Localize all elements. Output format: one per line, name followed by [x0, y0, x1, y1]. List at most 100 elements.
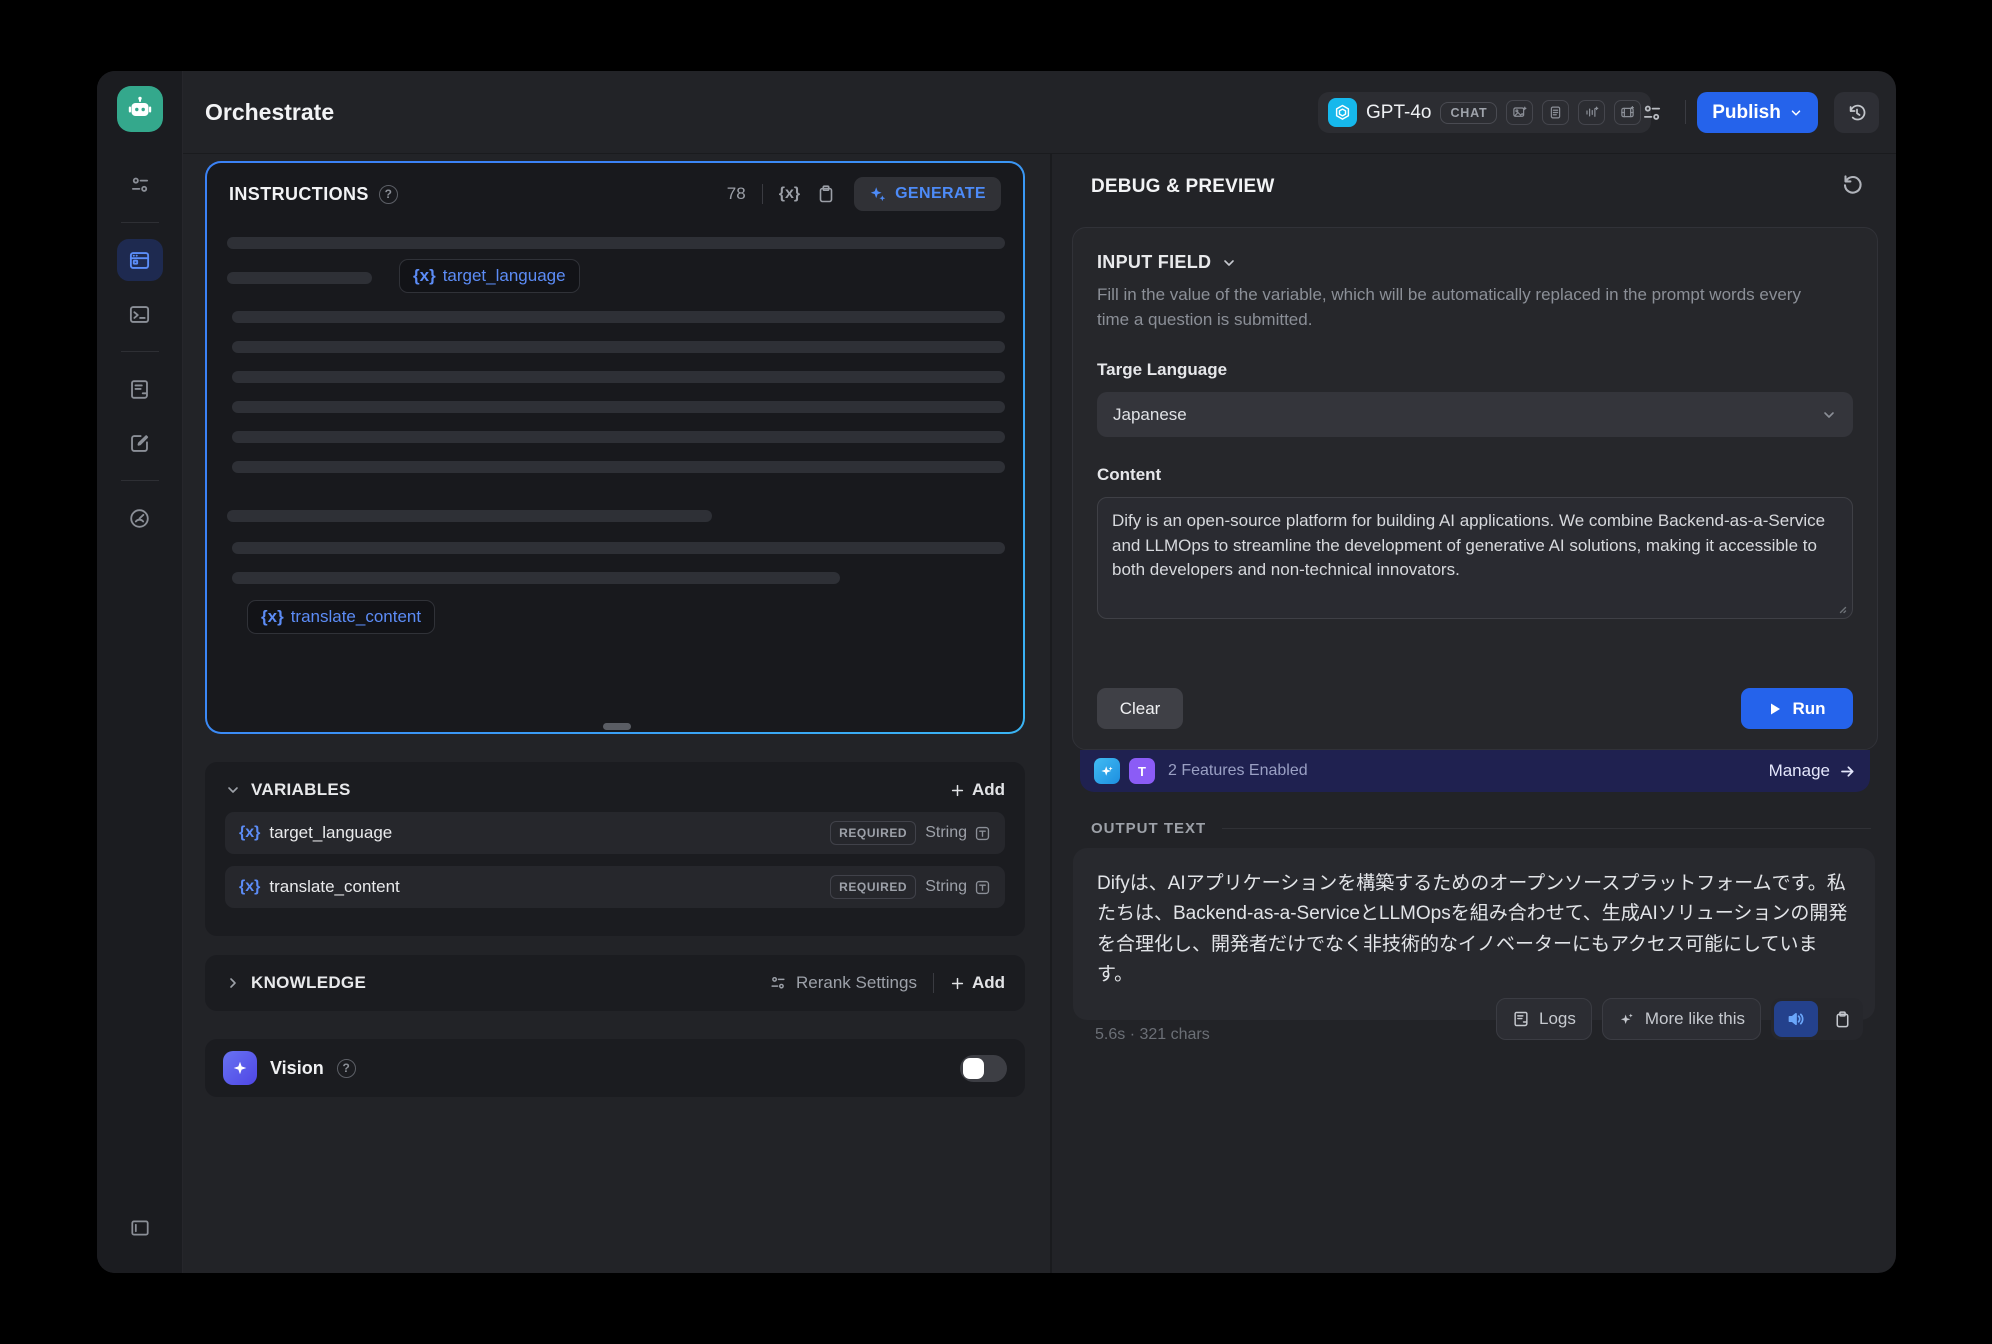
- prompt-line: [227, 237, 1005, 249]
- sidebar-divider: [121, 480, 159, 481]
- variable-chip-target-language[interactable]: {x} target_language: [399, 259, 580, 293]
- gauge-icon: [128, 507, 151, 530]
- output-text: Difyは、AIアプリケーションを構築するためのオープンソースプラットフォームで…: [1097, 869, 1851, 991]
- input-field-card: INPUT FIELD Fill in the value of the var…: [1072, 227, 1878, 750]
- content-field-label: Content: [1097, 465, 1853, 485]
- insert-variable-button[interactable]: {x}: [779, 185, 800, 203]
- text-to-speech-feature-icon: T: [1129, 758, 1155, 784]
- sidebar-item-api[interactable]: [117, 293, 163, 335]
- sidebar-item-annotations[interactable]: [117, 422, 163, 464]
- input-field-description: Fill in the value of the variable, which…: [1097, 283, 1837, 332]
- rerank-settings-button[interactable]: Rerank Settings: [769, 973, 917, 993]
- vision-capability-icon: [1506, 100, 1533, 125]
- page-title: Orchestrate: [205, 99, 334, 126]
- plus-icon: [950, 783, 965, 798]
- features-enabled-text: 2 Features Enabled: [1168, 762, 1308, 780]
- speaker-button[interactable]: [1774, 1001, 1818, 1037]
- manage-features-button[interactable]: Manage: [1769, 761, 1856, 781]
- variable-chip-translate-content[interactable]: {x} translate_content: [247, 600, 435, 634]
- toggle-knob: [963, 1058, 984, 1079]
- model-selector[interactable]: GPT-4o CHAT: [1318, 92, 1651, 133]
- resize-handle[interactable]: [603, 723, 631, 730]
- chevron-down-icon[interactable]: [1221, 255, 1237, 271]
- header-separator: [1685, 100, 1686, 124]
- content-textarea[interactable]: Dify is an open-source platform for buil…: [1097, 497, 1853, 619]
- vision-label: Vision: [270, 1058, 324, 1079]
- sidebar-divider: [121, 351, 159, 352]
- output-text-title: OUTPUT TEXT: [1091, 820, 1206, 837]
- sidebar-item-monitoring[interactable]: [117, 497, 163, 539]
- vision-toggle[interactable]: [960, 1055, 1007, 1082]
- play-icon: [1768, 702, 1782, 716]
- model-name: GPT-4o: [1366, 102, 1431, 124]
- output-divider: [1222, 828, 1871, 829]
- publish-button[interactable]: Publish: [1697, 92, 1818, 133]
- output-meta: 5.6s · 321 chars: [1095, 1026, 1210, 1044]
- model-parameters-button[interactable]: [1630, 92, 1674, 133]
- knowledge-title: KNOWLEDGE: [251, 973, 366, 993]
- sparkles-icon: [869, 185, 887, 203]
- prompt-line: [232, 572, 840, 584]
- variable-row[interactable]: {x} translate_content REQUIRED String: [225, 866, 1005, 908]
- variables-section: VARIABLES Add {x} target_language REQUIR…: [205, 762, 1025, 936]
- help-icon[interactable]: ?: [337, 1059, 356, 1078]
- openai-logo-icon: [1328, 98, 1357, 127]
- app-window: Orchestrate GPT-4o CHAT Publish: [97, 71, 1896, 1273]
- restart-button[interactable]: [1839, 171, 1865, 197]
- prompt-line: [232, 542, 1005, 554]
- sliders-icon: [129, 174, 151, 196]
- arrow-right-icon: [1839, 763, 1856, 780]
- variable-row[interactable]: {x} target_language REQUIRED String: [225, 812, 1005, 854]
- sidebar-divider: [121, 222, 159, 223]
- instructions-editor[interactable]: INSTRUCTIONS ? 78 {x} GENERATE: [207, 163, 1023, 732]
- output-card: Difyは、AIアプリケーションを構築するためのオープンソースプラットフォームで…: [1073, 848, 1875, 1020]
- string-type-icon: [974, 825, 991, 842]
- chevron-down-icon[interactable]: [225, 782, 241, 798]
- instructions-title: INSTRUCTIONS: [229, 184, 369, 205]
- logs-icon: [1512, 1010, 1530, 1028]
- prompt-line: [232, 311, 1005, 323]
- version-history-button[interactable]: [1834, 92, 1879, 133]
- prompt-line: [232, 431, 1005, 443]
- input-field-title: INPUT FIELD: [1097, 252, 1211, 273]
- knowledge-section: KNOWLEDGE Rerank Settings Add: [205, 955, 1025, 1011]
- chevron-down-icon: [1821, 407, 1837, 423]
- app-logo[interactable]: [117, 86, 163, 132]
- vision-feature-icon: [223, 1051, 257, 1085]
- add-variable-button[interactable]: Add: [950, 780, 1005, 800]
- chevron-right-icon[interactable]: [225, 975, 241, 991]
- model-mode-badge: CHAT: [1440, 102, 1497, 124]
- clear-button[interactable]: Clear: [1097, 688, 1183, 729]
- prompt-line: [232, 401, 1005, 413]
- generate-feature-icon: [1094, 758, 1120, 784]
- logs-button[interactable]: Logs: [1496, 998, 1592, 1040]
- chevron-down-icon: [1789, 106, 1803, 120]
- run-button[interactable]: Run: [1741, 688, 1853, 729]
- sliders-icon: [769, 974, 787, 992]
- resize-corner-icon[interactable]: [1835, 602, 1847, 614]
- document-capability-icon: [1542, 100, 1569, 125]
- debug-preview-title: DEBUG & PREVIEW: [1091, 176, 1275, 198]
- more-like-this-button[interactable]: More like this: [1602, 998, 1761, 1040]
- copy-button[interactable]: [816, 184, 836, 204]
- help-icon[interactable]: ?: [379, 185, 398, 204]
- generate-button[interactable]: GENERATE: [854, 177, 1001, 211]
- language-field-label: Targe Language: [1097, 360, 1853, 380]
- section-separator: [933, 973, 934, 993]
- collapse-sidebar-button[interactable]: [117, 1207, 163, 1249]
- speaker-icon: [1786, 1009, 1806, 1029]
- sidebar-item-logs[interactable]: [117, 368, 163, 410]
- add-knowledge-button[interactable]: Add: [950, 973, 1005, 993]
- prompt-line: [232, 371, 1005, 383]
- sidebar-item-settings[interactable]: [117, 164, 163, 206]
- toolbar-separator: [762, 184, 763, 204]
- collapse-sidebar-icon: [129, 1217, 151, 1239]
- copy-output-button[interactable]: [1824, 1001, 1860, 1037]
- language-select[interactable]: Japanese: [1097, 392, 1853, 437]
- prompt-line: [227, 272, 372, 284]
- sidebar-item-orchestrate[interactable]: [117, 239, 163, 281]
- sliders-icon: [1641, 102, 1663, 124]
- audio-actions: [1771, 998, 1863, 1040]
- history-icon: [1846, 102, 1868, 124]
- panel-divider: [1050, 153, 1052, 1273]
